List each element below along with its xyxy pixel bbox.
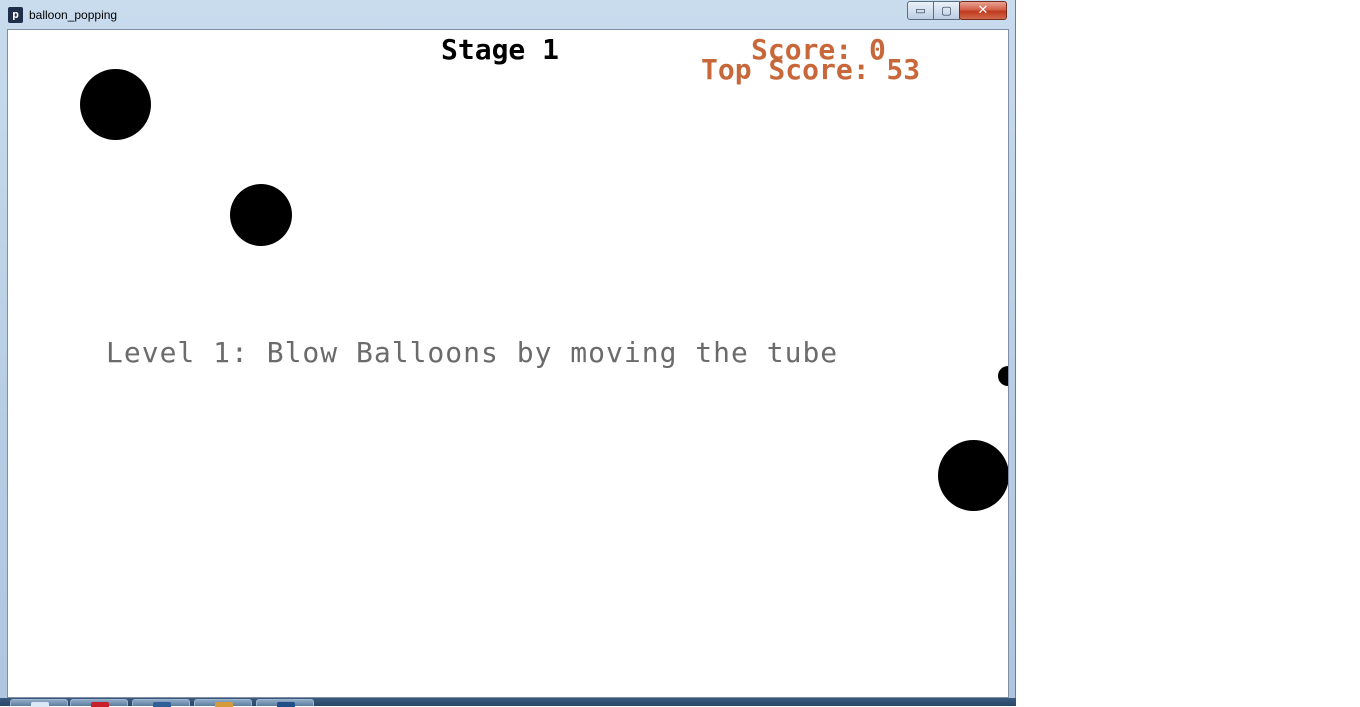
game-canvas[interactable]: Stage 1 Score: 0 Top Score: 53 Level 1: … [7, 29, 1009, 698]
processing-app-icon: p [8, 7, 23, 23]
pdf-reader-icon [91, 702, 109, 707]
taskbar-item-pdf-reader[interactable] [70, 699, 128, 707]
window-title: balloon_popping [29, 8, 118, 22]
level-instructions: Level 1: Blow Balloons by moving the tub… [106, 336, 839, 369]
top-score-label: Top Score: 53 [701, 53, 921, 86]
processing-icon [277, 702, 295, 707]
balloon[interactable] [938, 440, 1008, 511]
taskbar-item-app[interactable] [132, 699, 190, 707]
minimize-icon: ▭ [915, 4, 926, 17]
minimize-button[interactable]: ▭ [907, 1, 934, 20]
taskbar-item-processing[interactable] [256, 699, 314, 707]
title-bar[interactable]: p balloon_popping ▭ ▢ ✕ [0, 0, 1016, 29]
taskbar-item-media-player[interactable] [194, 699, 252, 707]
maximize-icon: ▢ [941, 4, 952, 17]
balloon[interactable] [230, 184, 292, 246]
explorer-icon [31, 702, 49, 707]
stage-label: Stage 1 [441, 33, 560, 66]
taskbar [0, 698, 1016, 707]
taskbar-item-explorer[interactable] [10, 699, 68, 707]
app-icon [153, 702, 171, 707]
balloon[interactable] [998, 366, 1008, 386]
balloon[interactable] [80, 69, 151, 140]
close-icon: ✕ [977, 3, 989, 18]
maximize-button[interactable]: ▢ [933, 1, 960, 20]
close-button[interactable]: ✕ [959, 1, 1007, 20]
media-player-icon [215, 702, 233, 707]
app-window: p balloon_popping ▭ ▢ ✕ Stage 1 Score: 0… [0, 0, 1016, 707]
